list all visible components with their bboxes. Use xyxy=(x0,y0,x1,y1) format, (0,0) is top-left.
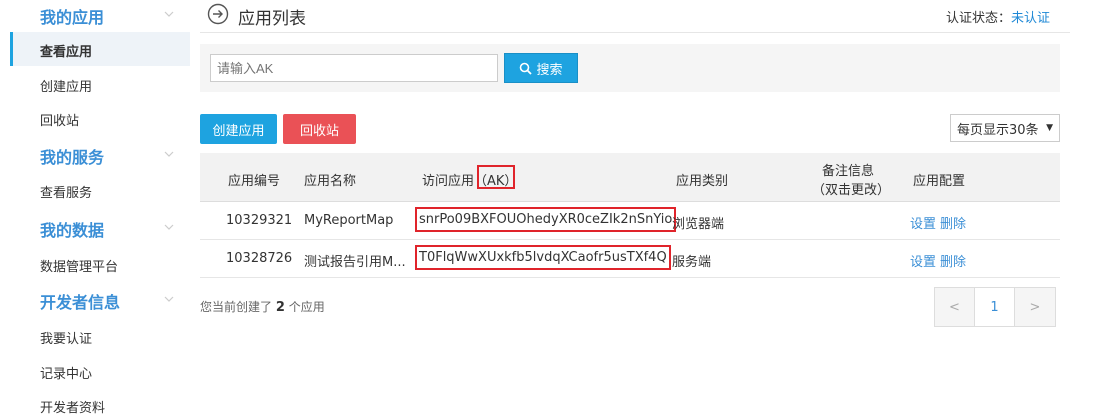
chevron-down-icon[interactable] xyxy=(164,294,174,304)
ak-highlight-box xyxy=(477,165,515,189)
col-header-type: 应用类别 xyxy=(676,174,729,189)
cell-app-name: MyReportMap xyxy=(304,213,394,228)
count-prefix: 您当前创建了 xyxy=(200,300,273,314)
table-row: 10328726 测试报告引用M... T0FlqWwXUxkfb5lvdqXC… xyxy=(200,240,1060,278)
arrow-right-circle-icon xyxy=(207,3,229,25)
col-header-name: 应用名称 xyxy=(304,174,357,189)
cell-app-type: 服务端 xyxy=(672,255,712,270)
table-row: 10329321 MyReportMap snrPo09BXFOUOhedyXR… xyxy=(200,202,1060,240)
sidebar-item-verification[interactable]: 我要认证 xyxy=(40,328,92,347)
chevron-down-icon[interactable] xyxy=(164,222,174,232)
sidebar-active-indicator xyxy=(10,32,190,66)
page-title: 应用列表 xyxy=(238,9,306,29)
page-header: 应用列表 认证状态：未认证 xyxy=(200,0,1070,33)
sidebar-section-my-services[interactable]: 我的服务 xyxy=(40,144,104,168)
count-value: 2 xyxy=(275,300,285,315)
search-input[interactable] xyxy=(210,54,498,82)
sidebar: 我的应用 查看应用 创建应用 回收站 我的服务 查看服务 我的数据 数据管理平台… xyxy=(0,0,190,416)
search-icon xyxy=(520,62,533,75)
prev-page-button[interactable]: < xyxy=(935,288,975,326)
sidebar-item-create-app[interactable]: 创建应用 xyxy=(40,76,92,95)
app-count-text: 您当前创建了 2 个应用 xyxy=(200,298,325,315)
sidebar-item-recycle-bin[interactable]: 回收站 xyxy=(40,110,79,129)
next-page-button[interactable]: > xyxy=(1015,288,1055,326)
sidebar-section-my-apps[interactable]: 我的应用 xyxy=(40,4,104,28)
col-header-remark-hint: （双击更改） xyxy=(812,183,891,198)
per-page-select[interactable]: 每页显示30条 ▼ xyxy=(950,114,1060,142)
sidebar-item-records[interactable]: 记录中心 xyxy=(40,363,92,382)
col-header-id: 应用编号 xyxy=(228,174,281,189)
delete-link[interactable]: 删除 xyxy=(940,251,966,270)
col-header-remark: 备注信息 xyxy=(822,164,875,179)
chevron-down-icon[interactable] xyxy=(164,9,174,19)
delete-link[interactable]: 删除 xyxy=(940,213,966,232)
cell-app-ak[interactable]: snrPo09BXFOUOhedyXR0ceZIk2nSnYio xyxy=(415,207,677,232)
auth-status-link[interactable]: 未认证 xyxy=(1011,11,1050,26)
cell-app-id: 10328726 xyxy=(226,251,293,266)
chevron-down-icon[interactable] xyxy=(164,149,174,159)
sidebar-section-my-data[interactable]: 我的数据 xyxy=(40,217,104,241)
sidebar-item-view-services[interactable]: 查看服务 xyxy=(40,182,92,201)
sidebar-section-developer-info[interactable]: 开发者信息 xyxy=(40,289,120,313)
search-button-label: 搜索 xyxy=(536,62,563,78)
auth-label: 认证状态： xyxy=(945,11,1011,26)
settings-link[interactable]: 设置 xyxy=(910,213,936,232)
col-header-config: 应用配置 xyxy=(913,174,966,189)
settings-link[interactable]: 设置 xyxy=(910,251,936,270)
cell-app-id: 10329321 xyxy=(226,213,293,228)
search-button[interactable]: 搜索 xyxy=(504,53,578,83)
search-panel: 搜索 xyxy=(200,44,1060,92)
count-suffix: 个应用 xyxy=(288,300,325,314)
create-app-button[interactable]: 创建应用 xyxy=(200,114,277,144)
cell-app-ak[interactable]: T0FlqWwXUxkfb5lvdqXCaofr5usTXf4Q xyxy=(415,245,671,270)
cell-app-type: 浏览器端 xyxy=(672,217,725,232)
sidebar-item-data-platform[interactable]: 数据管理平台 xyxy=(40,256,118,275)
per-page-label: 每页显示30条 xyxy=(957,122,1039,138)
sidebar-item-developer-profile[interactable]: 开发者资料 xyxy=(40,397,105,416)
pagination: < 1 > xyxy=(934,287,1056,327)
page-button-current[interactable]: 1 xyxy=(975,288,1015,326)
caret-down-icon: ▼ xyxy=(1046,123,1053,133)
auth-status: 认证状态：未认证 xyxy=(946,7,1050,26)
col-header-ak-prefix: 访问应用 xyxy=(422,174,475,189)
recycle-bin-button[interactable]: 回收站 xyxy=(283,114,356,144)
table-header: 应用编号 应用名称 访问应用（AK） 应用类别 备注信息 （双击更改） 应用配置 xyxy=(200,153,1060,202)
cell-app-name: 测试报告引用M... xyxy=(304,255,406,270)
sidebar-item-view-apps[interactable]: 查看应用 xyxy=(40,41,92,60)
